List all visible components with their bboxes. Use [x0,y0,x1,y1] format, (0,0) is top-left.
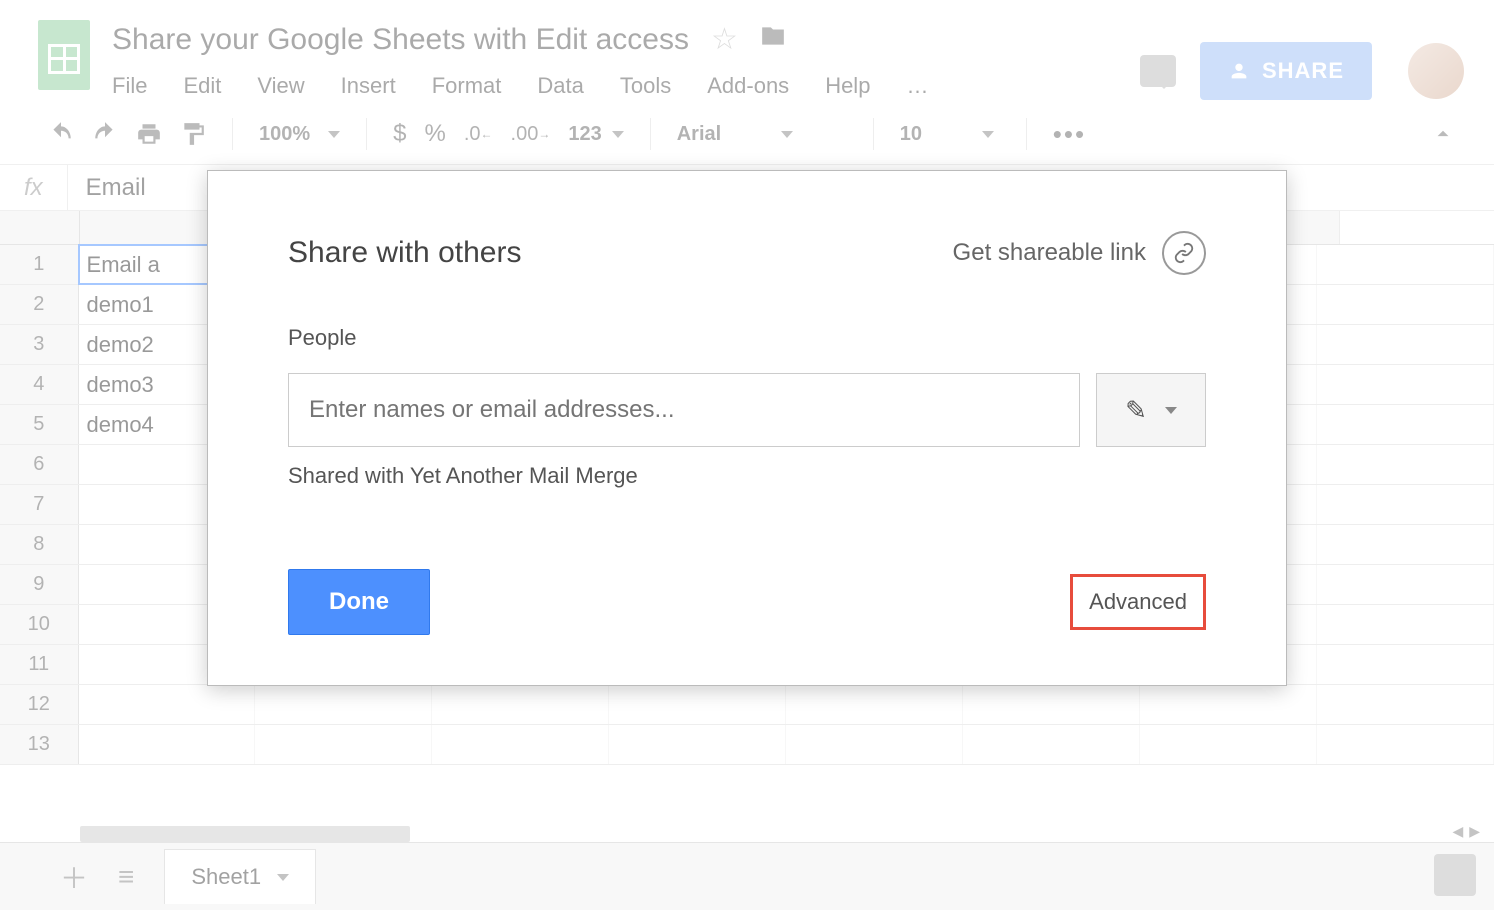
done-button[interactable]: Done [288,569,430,635]
permission-dropdown[interactable]: ✎ [1096,373,1206,447]
get-shareable-link-label: Get shareable link [953,239,1146,267]
link-icon [1162,231,1206,275]
shared-with-info: Shared with Yet Another Mail Merge [288,463,1206,489]
people-label: People [288,325,1206,351]
dialog-title: Share with others [288,236,521,270]
advanced-button[interactable]: Advanced [1070,574,1206,630]
share-dialog: Share with others Get shareable link Peo… [207,170,1287,686]
chevron-down-icon [1165,407,1177,414]
pencil-icon: ✎ [1125,395,1147,426]
people-input[interactable] [288,373,1080,447]
get-shareable-link-button[interactable]: Get shareable link [953,231,1206,275]
